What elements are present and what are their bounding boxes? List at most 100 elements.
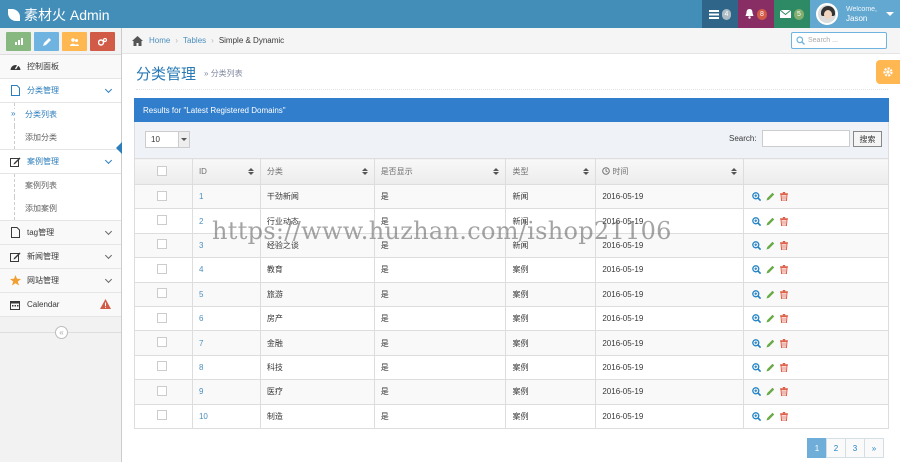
actions-cell: [743, 305, 889, 332]
id-link[interactable]: 8: [199, 363, 203, 372]
column-header-type[interactable]: 类型: [505, 158, 597, 185]
table-row: 4 教育是案例 2016-05-19: [134, 257, 889, 283]
sidebar-item-news[interactable]: 新闻管理: [0, 245, 121, 269]
row-actions: [750, 265, 882, 275]
trash-icon[interactable]: [780, 314, 789, 324]
pencil-icon[interactable]: [766, 265, 775, 274]
id-link[interactable]: 2: [199, 217, 203, 226]
table-search-input[interactable]: [762, 130, 850, 147]
column-header-date[interactable]: 时间: [595, 158, 745, 185]
trash-icon[interactable]: [780, 289, 789, 299]
zoom-in-icon[interactable]: [752, 314, 762, 324]
page-button-3[interactable]: 3: [845, 438, 865, 458]
sidebar-item-dashboard[interactable]: 控制面板: [0, 55, 121, 79]
id-link[interactable]: 5: [199, 290, 203, 299]
id-link[interactable]: 6: [199, 314, 203, 323]
nav-search-input[interactable]: Search ...: [791, 32, 887, 49]
sidebar-item-site[interactable]: 网站管理: [0, 269, 121, 293]
table-row: 9 医疗是案例 2016-05-19: [134, 379, 889, 405]
pencil-icon[interactable]: [766, 314, 775, 323]
pencil-icon[interactable]: [766, 412, 775, 421]
breadcrumb-tables-link[interactable]: Tables: [183, 36, 206, 45]
pencil-icon[interactable]: [766, 290, 775, 299]
id-link[interactable]: 7: [199, 339, 203, 348]
row-checkbox[interactable]: [157, 361, 167, 372]
sidebar-item-calendar[interactable]: Calendar: [0, 293, 121, 317]
table-search-button[interactable]: 搜索: [853, 131, 882, 147]
trash-icon[interactable]: [780, 362, 789, 372]
zoom-in-icon[interactable]: [752, 411, 762, 421]
page-button-next[interactable]: »: [864, 438, 884, 458]
pencil-icon[interactable]: [766, 241, 775, 250]
actions-cell: [743, 183, 889, 210]
trash-icon[interactable]: [780, 338, 789, 348]
sidebar-subitem-case-list[interactable]: 案例列表: [14, 174, 121, 197]
shortcut-chart-button[interactable]: [6, 32, 31, 51]
shortcut-group-button[interactable]: [62, 32, 87, 51]
trash-icon[interactable]: [780, 387, 789, 397]
row-checkbox[interactable]: [157, 215, 167, 226]
row-checkbox[interactable]: [157, 190, 167, 201]
page-length-select[interactable]: 10: [145, 131, 190, 148]
row-checkbox[interactable]: [157, 385, 167, 396]
zoom-in-icon[interactable]: [752, 338, 762, 348]
tasks-button[interactable]: 4: [702, 0, 738, 28]
row-checkbox[interactable]: [157, 312, 167, 323]
cogs-icon: [98, 37, 107, 46]
pencil-icon[interactable]: [766, 339, 775, 348]
show-cell: 是: [373, 183, 507, 210]
pencil-icon[interactable]: [766, 192, 775, 201]
trash-icon[interactable]: [780, 411, 789, 421]
messages-button[interactable]: 5: [774, 0, 810, 28]
row-checkbox[interactable]: [157, 410, 167, 421]
sidebar-subitem-category-list[interactable]: 分类列表: [11, 103, 121, 126]
row-checkbox[interactable]: [157, 239, 167, 250]
trash-icon[interactable]: [780, 216, 789, 226]
pencil-icon[interactable]: [766, 363, 775, 372]
shortcut-pencil-button[interactable]: [34, 32, 59, 51]
sidebar-subitem-add-category[interactable]: 添加分类: [14, 126, 121, 149]
id-link[interactable]: 3: [199, 241, 203, 250]
column-header-id[interactable]: ID: [191, 158, 261, 185]
row-checkbox[interactable]: [157, 288, 167, 299]
pencil-icon[interactable]: [766, 387, 775, 396]
row-checkbox[interactable]: [157, 263, 167, 274]
brand[interactable]: 素材火 Admin: [8, 5, 110, 25]
zoom-in-icon[interactable]: [752, 363, 762, 372]
zoom-in-icon[interactable]: [752, 387, 762, 397]
notifications-button[interactable]: 8: [738, 0, 774, 28]
column-header-category[interactable]: 分类: [259, 158, 375, 185]
zoom-in-icon[interactable]: [752, 289, 762, 299]
breadcrumb-home-link[interactable]: Home: [149, 36, 170, 45]
row-checkbox[interactable]: [157, 337, 167, 348]
id-link[interactable]: 1: [199, 192, 203, 201]
sidebar-shortcuts: [0, 28, 121, 55]
trash-icon[interactable]: [780, 265, 789, 275]
id-link[interactable]: 10: [199, 412, 208, 421]
page-button-2[interactable]: 2: [826, 438, 846, 458]
sidebar-item-tag[interactable]: tag管理: [0, 221, 121, 245]
zoom-in-icon[interactable]: [752, 265, 762, 275]
id-link[interactable]: 4: [199, 265, 203, 274]
trash-icon[interactable]: [780, 240, 789, 250]
pagination: 1 2 3 »: [807, 438, 884, 458]
zoom-in-icon[interactable]: [752, 241, 762, 250]
settings-toggle-button[interactable]: [876, 60, 900, 84]
column-header-show[interactable]: 是否显示: [373, 158, 507, 185]
home-icon[interactable]: [132, 35, 143, 46]
shortcut-cogs-button[interactable]: [90, 32, 115, 51]
trash-icon[interactable]: [780, 192, 789, 202]
actions-cell: [743, 257, 889, 283]
actions-cell: [743, 330, 889, 356]
sidebar-subitem-add-case[interactable]: 添加案例: [14, 197, 121, 220]
select-all-checkbox[interactable]: [157, 165, 167, 176]
sidebar-item-cases[interactable]: 案例管理: [0, 150, 121, 174]
user-menu[interactable]: Welcome, Jason: [810, 0, 900, 28]
id-link[interactable]: 9: [199, 387, 203, 396]
zoom-in-icon[interactable]: [752, 216, 762, 226]
page-button-1[interactable]: 1: [807, 438, 827, 458]
sidebar-item-category[interactable]: 分类管理: [0, 79, 121, 103]
zoom-in-icon[interactable]: [752, 192, 762, 202]
sidebar-collapse-button[interactable]: «: [55, 326, 68, 339]
pencil-icon[interactable]: [766, 217, 775, 226]
